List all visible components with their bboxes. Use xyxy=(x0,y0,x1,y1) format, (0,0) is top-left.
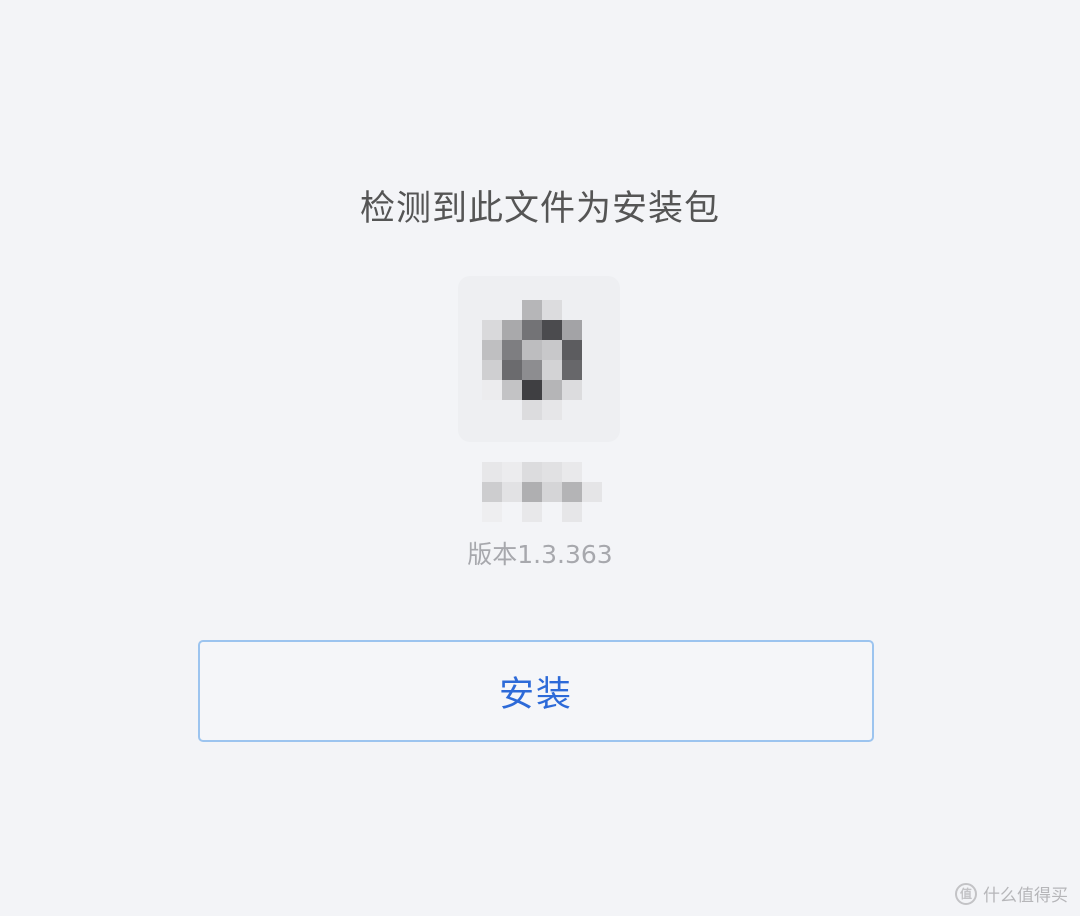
dialog-title: 检测到此文件为安装包 xyxy=(359,189,720,229)
watermark: 值 什么值得买 xyxy=(955,881,1068,906)
watermark-text: 什么值得买 xyxy=(983,886,1068,906)
install-button[interactable]: 安装 xyxy=(198,640,874,742)
watermark-logo-icon: 值 xyxy=(955,882,977,905)
app-version: 版本1.3.363 xyxy=(467,540,613,569)
app-icon xyxy=(458,276,620,442)
app-name xyxy=(482,462,602,522)
